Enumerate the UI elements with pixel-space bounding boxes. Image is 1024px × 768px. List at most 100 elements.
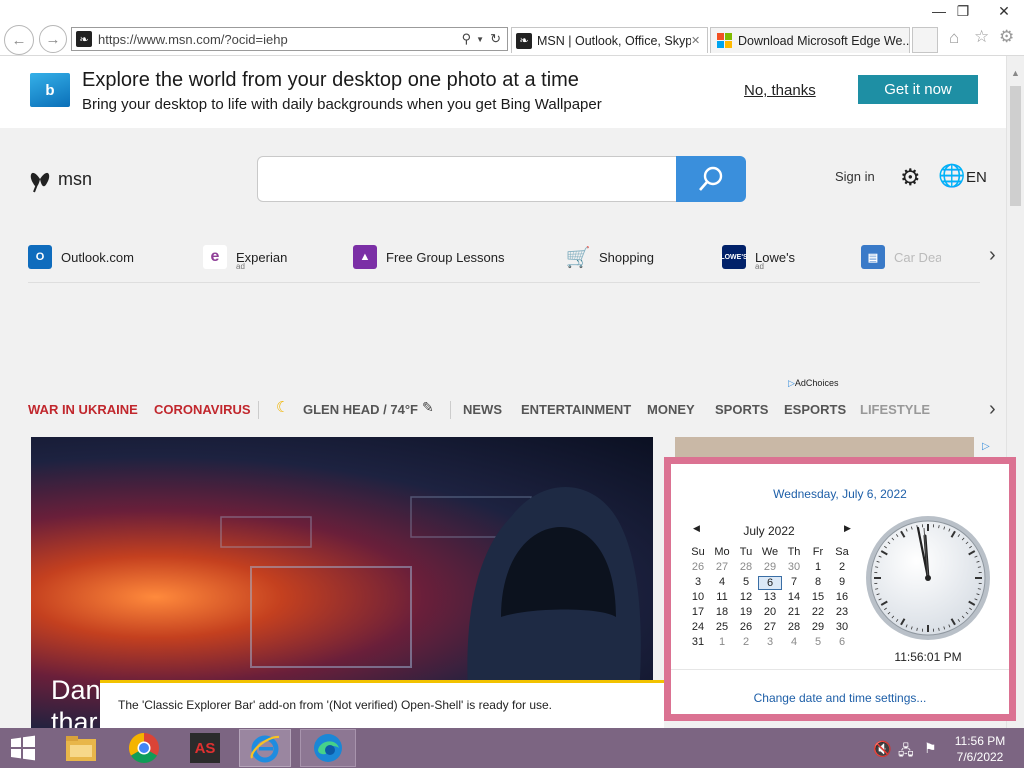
scrollbar-thumb[interactable]: [1010, 86, 1021, 206]
home-icon[interactable]: ⌂: [949, 28, 959, 48]
calendar-day[interactable]: 12: [734, 591, 758, 603]
calendar-day[interactable]: 16: [830, 591, 854, 603]
calendar-day[interactable]: 3: [758, 636, 782, 648]
calendar-day[interactable]: 7: [782, 576, 806, 588]
calendar-day[interactable]: 3: [686, 576, 710, 588]
calendar-day[interactable]: 1: [710, 636, 734, 648]
calendar-day[interactable]: 11: [710, 591, 734, 603]
close-window-button[interactable]: ✕: [984, 0, 1024, 22]
calendar-day[interactable]: 29: [806, 621, 830, 633]
chrome-button[interactable]: [121, 729, 167, 767]
globe-icon[interactable]: 🌐: [938, 163, 965, 189]
ad-info-icon[interactable]: ▷: [982, 441, 990, 452]
new-tab-button[interactable]: [912, 27, 938, 53]
change-date-time-settings-link[interactable]: Change date and time settings...: [671, 691, 1009, 705]
calendar-day[interactable]: 15: [806, 591, 830, 603]
sign-in-link[interactable]: Sign in: [835, 169, 875, 184]
calendar-day[interactable]: 4: [710, 576, 734, 588]
file-explorer-button[interactable]: [58, 729, 104, 767]
hero-headline[interactable]: Dan thar: [51, 674, 101, 728]
month-year-label[interactable]: July 2022: [731, 524, 807, 538]
calendar-day[interactable]: 1: [806, 561, 830, 573]
internet-explorer-button[interactable]: [239, 729, 291, 767]
settings-gear-icon[interactable]: ⚙: [999, 27, 1014, 47]
tab-edge-download[interactable]: Download Microsoft Edge We...: [710, 27, 910, 53]
msn-search-button[interactable]: [676, 156, 746, 202]
tab-msn[interactable]: ❧ MSN | Outlook, Office, Skyp... ✕: [511, 27, 708, 53]
calendar-day[interactable]: 17: [686, 606, 710, 618]
calendar-day[interactable]: 13: [758, 591, 782, 603]
calendar-day[interactable]: 6: [830, 636, 854, 648]
network-icon[interactable]: 🖧: [898, 740, 914, 764]
nav-entertainment[interactable]: ENTERTAINMENT: [521, 402, 631, 417]
calendar-day[interactable]: 19: [734, 606, 758, 618]
nav-sports[interactable]: SPORTS: [715, 402, 768, 417]
calendar-day[interactable]: 26: [686, 561, 710, 573]
nav-money[interactable]: MONEY: [647, 402, 695, 417]
quick-link-experian[interactable]: e Experian ad: [203, 241, 287, 273]
nav-news[interactable]: NEWS: [463, 402, 502, 417]
nav-war-in-ukraine[interactable]: WAR IN UKRAINE: [28, 402, 138, 417]
quick-link-car-deal[interactable]: ▤ Car Deal: [861, 241, 941, 273]
no-thanks-link[interactable]: No, thanks: [744, 82, 816, 99]
calendar-day[interactable]: 8: [806, 576, 830, 588]
long-date-header[interactable]: Wednesday, July 6, 2022: [671, 487, 1009, 501]
chevron-down-icon[interactable]: ▼: [476, 35, 484, 44]
restore-button[interactable]: ❐: [948, 0, 978, 22]
calendar-day[interactable]: 25: [710, 621, 734, 633]
close-tab-icon[interactable]: ✕: [691, 34, 705, 47]
quick-link-lowes[interactable]: LOWE'S Lowe's ad: [720, 241, 795, 273]
adchoices-link[interactable]: ▷AdChoices: [788, 378, 838, 389]
next-month-icon[interactable]: ▶: [844, 523, 851, 534]
calendar-day[interactable]: 26: [734, 621, 758, 633]
favorites-star-icon[interactable]: ☆: [974, 27, 989, 47]
calendar-day[interactable]: 5: [734, 576, 758, 588]
settings-gear-icon[interactable]: ⚙: [900, 164, 921, 191]
calendar-day[interactable]: 22: [806, 606, 830, 618]
calendar-day[interactable]: 23: [830, 606, 854, 618]
calendar-day[interactable]: 27: [758, 621, 782, 633]
back-button[interactable]: ←: [4, 25, 34, 55]
address-url[interactable]: https://www.msn.com/?ocid=iehp: [98, 32, 462, 47]
refresh-icon[interactable]: ↻: [490, 31, 501, 47]
calendar-day-selected[interactable]: 6: [758, 576, 782, 590]
edge-button[interactable]: [300, 729, 356, 767]
quick-link-outlook[interactable]: O Outlook.com: [28, 241, 134, 273]
start-button[interactable]: [0, 729, 46, 767]
quick-link-free-group-lessons[interactable]: ▲ Free Group Lessons: [353, 241, 505, 273]
calendar-day[interactable]: 30: [782, 561, 806, 573]
taskbar-clock[interactable]: 11:56 PM 7/6/2022: [945, 733, 1015, 765]
calendar-day[interactable]: 4: [782, 636, 806, 648]
action-center-flag-icon[interactable]: ⚑: [924, 740, 937, 757]
as-app-button[interactable]: AS: [182, 729, 228, 767]
nav-lifestyle[interactable]: LIFESTYLE: [860, 402, 930, 417]
side-card-image[interactable]: [675, 437, 974, 459]
scroll-up-icon[interactable]: ▲: [1011, 68, 1020, 78]
calendar-day[interactable]: 24: [686, 621, 710, 633]
calendar-day[interactable]: 2: [830, 561, 854, 573]
nav-coronavirus[interactable]: CORONAVIRUS: [154, 402, 251, 417]
calendar-day[interactable]: 28: [734, 561, 758, 573]
nav-weather[interactable]: GLEN HEAD / 74°F: [303, 402, 418, 417]
nav-esports[interactable]: ESPORTS: [784, 402, 846, 417]
prev-month-icon[interactable]: ◀: [693, 523, 700, 534]
calendar-day[interactable]: 31: [686, 636, 710, 648]
calendar-day[interactable]: 14: [782, 591, 806, 603]
calendar-day[interactable]: 21: [782, 606, 806, 618]
get-it-now-button[interactable]: Get it now: [858, 75, 978, 104]
calendar-day[interactable]: 30: [830, 621, 854, 633]
volume-muted-icon[interactable]: 🔇: [873, 740, 892, 758]
calendar-day[interactable]: 28: [782, 621, 806, 633]
msn-logo[interactable]: msn: [28, 165, 92, 193]
calendar-day[interactable]: 20: [758, 606, 782, 618]
chevron-right-icon[interactable]: ›: [989, 244, 996, 267]
edit-pencil-icon[interactable]: ✎: [422, 399, 434, 416]
calendar-day[interactable]: 27: [710, 561, 734, 573]
calendar-day[interactable]: 10: [686, 591, 710, 603]
address-bar[interactable]: ❧ https://www.msn.com/?ocid=iehp ⚲ ▼ ↻: [71, 27, 508, 51]
forward-button[interactable]: →: [39, 25, 67, 53]
calendar-day[interactable]: 5: [806, 636, 830, 648]
chevron-right-icon[interactable]: ›: [989, 398, 996, 421]
calendar-day[interactable]: 18: [710, 606, 734, 618]
calendar-day[interactable]: 29: [758, 561, 782, 573]
